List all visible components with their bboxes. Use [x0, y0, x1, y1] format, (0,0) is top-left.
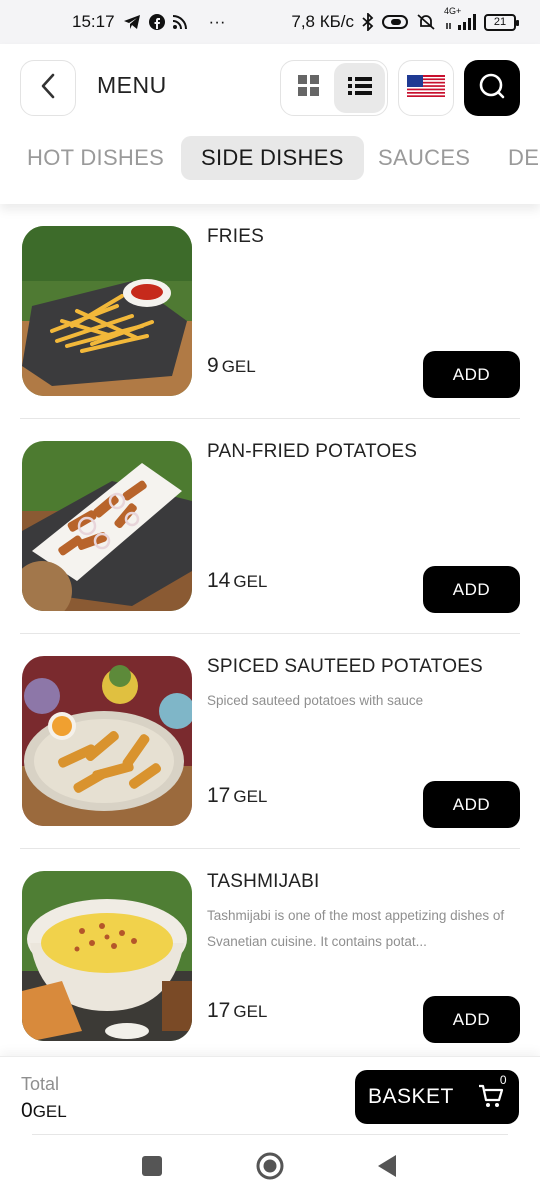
- dish-description: Tashmijabi is one of the most appetizing…: [207, 908, 505, 949]
- home-circle-icon: [256, 1152, 284, 1185]
- data-saver-icon: [382, 12, 408, 32]
- price-value: 14: [207, 569, 231, 592]
- tab-hot-dishes[interactable]: HOT DISHES: [7, 136, 184, 180]
- dish-title: TASHMIJABI: [207, 871, 320, 892]
- home-button[interactable]: [252, 1150, 288, 1186]
- language-button[interactable]: [398, 60, 454, 116]
- dish-image: [22, 441, 192, 611]
- price-value: 9: [207, 354, 219, 377]
- basket-bar: Total 0GEL BASKET 0: [0, 1056, 540, 1136]
- view-mode-toggle: [280, 60, 388, 116]
- price-currency: GEL: [221, 357, 256, 376]
- grid-icon: [297, 74, 320, 102]
- list-item[interactable]: TASHMIJABI Tashmijabi is one of the most…: [0, 849, 540, 1056]
- dish-title: PAN-FRIED POTATOES: [207, 441, 418, 462]
- price-value: 17: [207, 999, 231, 1022]
- price-value: 17: [207, 784, 231, 807]
- status-bar: 15:17 ··· 7,8 КБ/с 4G+ 21: [0, 0, 540, 44]
- status-more: ···: [208, 12, 226, 31]
- divider: [32, 1134, 508, 1135]
- back-nav-button[interactable]: [370, 1150, 406, 1186]
- dish-title: FRIES: [207, 226, 264, 247]
- dish-title: SPICED SAUTEED POTATOES: [207, 656, 483, 677]
- add-button[interactable]: ADD: [423, 351, 520, 398]
- dish-description: Spiced sauteed potatoes with sauce: [207, 693, 424, 708]
- app-header: MENU HOT DISHES SIDE DISHES SAUCES DE: [0, 44, 540, 204]
- dish-image: [22, 226, 192, 396]
- add-button[interactable]: ADD: [423, 996, 520, 1043]
- tab-sauces[interactable]: SAUCES: [358, 136, 490, 180]
- basket-count-badge: 0: [499, 1073, 507, 1087]
- page-title: MENU: [97, 72, 167, 98]
- square-icon: [142, 1155, 162, 1181]
- dish-price: 14 GEL: [207, 569, 267, 593]
- dish-price: 17 GEL: [207, 999, 267, 1023]
- back-button[interactable]: [20, 60, 76, 116]
- telegram-icon: [123, 12, 141, 32]
- tab-side-dishes[interactable]: SIDE DISHES: [181, 136, 364, 180]
- search-button[interactable]: [464, 60, 520, 116]
- recents-button[interactable]: [134, 1150, 170, 1186]
- facebook-icon: [148, 12, 165, 32]
- price-currency: GEL: [233, 1002, 268, 1021]
- signal-icon: 4G+: [444, 6, 476, 32]
- dish-price: 17 GEL: [207, 784, 267, 808]
- list-item[interactable]: SPICED SAUTEED POTATOES Spiced sauteed p…: [0, 634, 540, 849]
- bluetooth-icon: [362, 12, 374, 32]
- list-icon: [347, 76, 372, 101]
- dish-price: 9 GEL: [207, 354, 256, 378]
- total-value: 0GEL: [21, 1099, 67, 1123]
- total-currency: GEL: [32, 1102, 67, 1121]
- tab-desserts[interactable]: DE: [488, 136, 540, 180]
- battery-level: 21: [493, 16, 507, 28]
- price-currency: GEL: [233, 572, 268, 591]
- chevron-left-icon: [39, 72, 57, 105]
- dish-list: FRIES 9 GEL ADD PAN-FRIED POTATOES 14 GE…: [0, 204, 540, 1056]
- rss-icon: [172, 12, 187, 32]
- add-button[interactable]: ADD: [423, 781, 520, 828]
- triangle-back-icon: [378, 1154, 398, 1182]
- dish-image: [22, 871, 192, 1041]
- system-nav-bar: [0, 1136, 540, 1200]
- add-button[interactable]: ADD: [423, 566, 520, 613]
- category-tabs: HOT DISHES SIDE DISHES SAUCES DE: [0, 136, 540, 182]
- signal-label: 4G+: [444, 6, 462, 16]
- total-label: Total: [21, 1074, 60, 1094]
- dish-image: [22, 656, 192, 826]
- basket-button[interactable]: BASKET 0: [355, 1070, 519, 1124]
- battery-icon: 21: [484, 13, 519, 31]
- network-speed: 7,8 КБ/с: [291, 12, 354, 31]
- price-currency: GEL: [233, 787, 268, 806]
- total-amount: 0: [21, 1099, 33, 1122]
- basket-label: BASKET: [368, 1085, 454, 1108]
- us-flag-icon: [407, 74, 445, 102]
- list-view-button[interactable]: [334, 63, 385, 113]
- list-item[interactable]: FRIES 9 GEL ADD: [0, 204, 540, 419]
- list-item[interactable]: PAN-FRIED POTATOES 14 GEL ADD: [0, 419, 540, 634]
- search-icon: [478, 72, 506, 105]
- grid-view-button[interactable]: [283, 63, 334, 113]
- status-time: 15:17: [72, 12, 115, 31]
- mute-icon: [416, 12, 436, 32]
